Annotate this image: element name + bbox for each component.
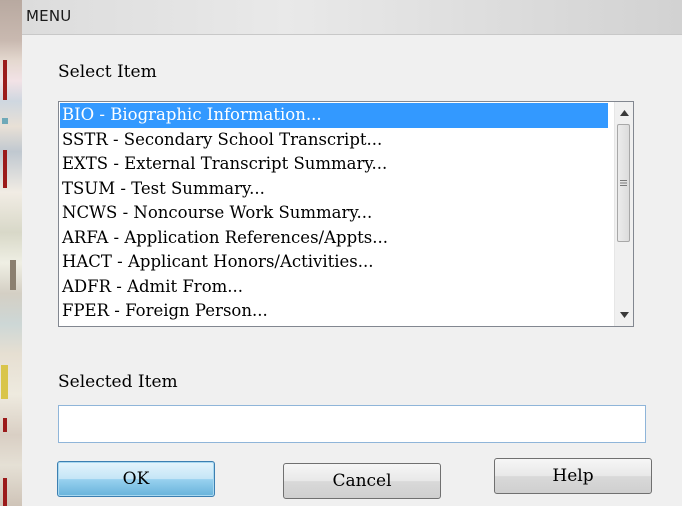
ok-button[interactable]: OK	[57, 461, 215, 497]
scroll-down-arrow-icon[interactable]	[615, 306, 633, 324]
edge-stripe	[3, 478, 7, 506]
menu-dialog: MENU Select Item BIO - Biographic Inform…	[0, 0, 682, 506]
edge-stripe	[3, 418, 7, 432]
scroll-thumb[interactable]	[617, 124, 630, 242]
list-item[interactable]: SSTR - Secondary School Transcript...	[60, 128, 616, 153]
title-bar[interactable]: MENU	[22, 0, 682, 35]
selected-item-label: Selected Item	[58, 372, 178, 392]
item-list: BIO - Biographic Information... SSTR - Se…	[60, 103, 616, 324]
item-listbox[interactable]: BIO - Biographic Information... SSTR - Se…	[58, 101, 634, 327]
list-item[interactable]: ADFR - Admit From...	[60, 275, 616, 300]
scroll-up-arrow-icon[interactable]	[615, 104, 633, 122]
edge-stripe	[2, 118, 8, 124]
edge-stripe	[1, 365, 8, 399]
select-item-label: Select Item	[58, 62, 157, 82]
list-item[interactable]: ARFA - Application References/Appts...	[60, 226, 616, 251]
edge-stripe	[3, 150, 7, 188]
dialog-content: Select Item BIO - Biographic Information…	[22, 35, 682, 506]
listbox-scrollbar[interactable]	[614, 102, 633, 326]
cancel-button[interactable]: Cancel	[283, 463, 441, 499]
background-window-edge	[0, 0, 22, 506]
edge-stripe	[3, 60, 7, 100]
list-item[interactable]: NCWS - Noncourse Work Summary...	[60, 201, 616, 226]
selected-item-input[interactable]	[58, 405, 646, 443]
list-item[interactable]: BIO - Biographic Information...	[60, 103, 608, 128]
help-button[interactable]: Help	[494, 458, 652, 494]
list-item[interactable]: EXTS - External Transcript Summary...	[60, 152, 616, 177]
edge-stripe	[10, 260, 16, 290]
scroll-grip-icon	[620, 180, 627, 186]
window-title: MENU	[26, 7, 72, 25]
list-item[interactable]: TSUM - Test Summary...	[60, 177, 616, 202]
list-item[interactable]: HACT - Applicant Honors/Activities...	[60, 250, 616, 275]
list-item[interactable]: FPER - Foreign Person...	[60, 299, 616, 324]
